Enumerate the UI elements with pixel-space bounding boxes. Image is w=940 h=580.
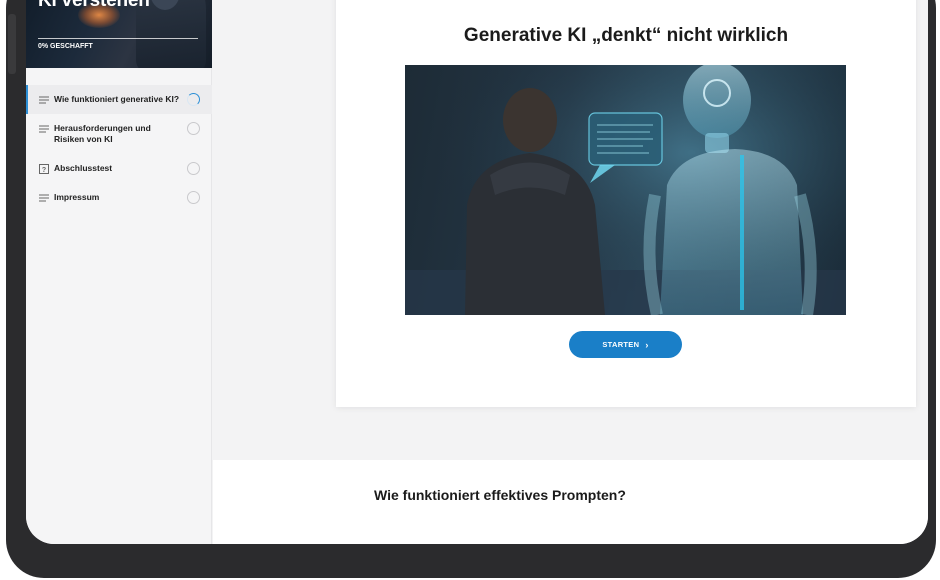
hero-illustration [405,65,846,315]
lesson-item-label: Herausforderungen und Risiken von KI [54,123,151,144]
lesson-lines-icon [39,194,49,202]
lesson-lines-icon [39,125,49,133]
not-started-status-icon [187,122,200,135]
not-started-status-icon [187,191,200,204]
start-button-label: STARTEN [602,340,640,349]
lesson-item-label: Abschlusstest [54,163,113,173]
tablet-frame: KI verstehen 0% GESCHAFFT Wie funktionie… [6,0,936,578]
lesson-item-label: Impressum [54,192,100,202]
quiz-question-icon: ? [39,164,49,174]
not-started-status-icon [187,162,200,175]
lesson-hero-image [405,65,846,315]
course-header: KI verstehen 0% GESCHAFFT [26,0,212,68]
chevron-right-icon: › [645,339,649,350]
course-sidebar: KI verstehen 0% GESCHAFFT Wie funktionie… [26,0,212,544]
lesson-item-generative-ki[interactable]: Wie funktioniert generative KI? [26,85,212,114]
lesson-item-herausforderungen[interactable]: Herausforderungen und Risiken von KI [26,114,212,154]
lesson-title: Generative KI „denkt“ nicht wirklich [463,25,789,46]
lesson-item-label: Wie funktioniert generative KI? [54,94,180,104]
lesson-list: Wie funktioniert generative KI? Herausfo… [26,85,212,212]
next-section-title: Wie funktioniert effektives Prompten? [374,487,626,503]
tablet-side-button [8,14,16,74]
in-progress-status-icon [187,93,200,106]
lesson-item-impressum[interactable]: Impressum [26,183,212,212]
start-button[interactable]: STARTEN › [569,331,682,358]
tablet-screen: KI verstehen 0% GESCHAFFT Wie funktionie… [26,0,928,544]
svg-text:?: ? [42,167,46,174]
course-title: KI verstehen [38,0,150,11]
lesson-card: Generative KI „denkt“ nicht wirklich STA… [336,0,916,407]
lesson-lines-icon [39,96,49,104]
next-section: Wie funktioniert effektives Prompten? [213,460,928,544]
course-progress-label: 0% GESCHAFFT [38,43,93,50]
course-progress-bar [38,38,198,39]
lesson-item-abschlusstest[interactable]: ? Abschlusstest [26,154,212,183]
